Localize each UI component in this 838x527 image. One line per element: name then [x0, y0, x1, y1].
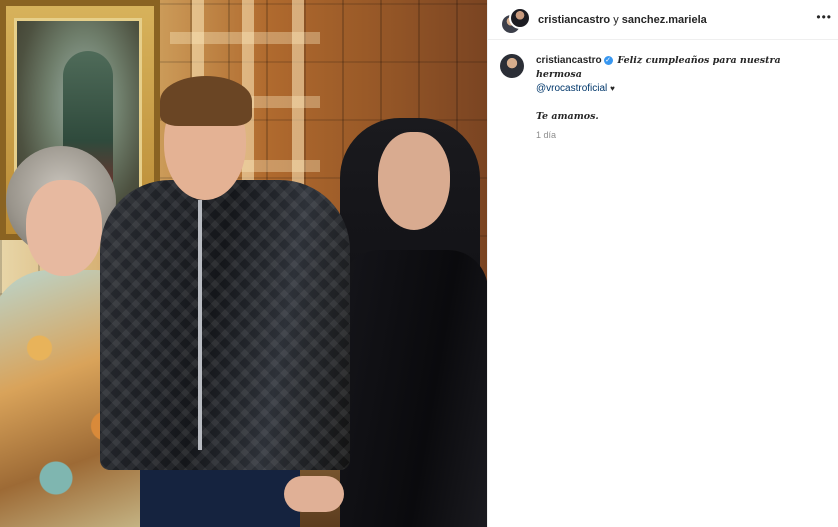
woman-right-face [378, 132, 450, 230]
man-jacket-zipper [198, 200, 202, 450]
post-photo[interactable] [0, 0, 487, 527]
man-hair [160, 76, 252, 126]
instagram-post: cristiancastro y sanchez.mariela ••• cri… [0, 0, 838, 527]
woman-left-face [26, 180, 102, 276]
header-connector: y [613, 13, 619, 26]
heart-icon: ♥ [610, 84, 615, 93]
man-leather-jacket [100, 180, 350, 470]
caption-line-2: Te amamos. [536, 111, 599, 122]
avatar[interactable] [509, 6, 531, 29]
header-username-2[interactable]: sanchez.mariela [622, 14, 707, 26]
caption: cristiancastro ✓ Feliz cumpleaños para nu… [488, 40, 838, 142]
caption-body: cristiancastro ✓ Feliz cumpleaños para nu… [536, 54, 826, 142]
caption-username[interactable]: cristiancastro [536, 55, 602, 66]
collab-names: cristiancastro y sanchez.mariela [538, 14, 707, 26]
post-header: cristiancastro y sanchez.mariela ••• [488, 0, 838, 40]
collab-avatars[interactable] [500, 6, 531, 35]
more-options-icon[interactable]: ••• [816, 10, 832, 24]
holding-hands [284, 476, 344, 512]
caption-avatar[interactable] [500, 54, 524, 78]
post-timestamp[interactable]: 1 día [536, 128, 826, 142]
verified-badge-icon: ✓ [603, 55, 613, 65]
header-username-1[interactable]: cristiancastro [538, 14, 610, 26]
post-side-panel: cristiancastro y sanchez.mariela ••• cri… [487, 0, 838, 527]
woman-right-coat [340, 250, 487, 527]
caption-mention-link[interactable]: @vrocastroficial [536, 83, 607, 94]
